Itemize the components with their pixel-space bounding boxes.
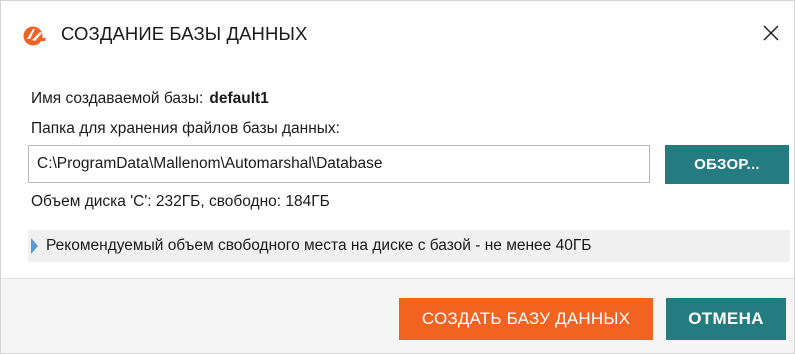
browse-button[interactable]: ОБЗОР...: [665, 145, 789, 184]
db-name-label: Имя создаваемой базы:: [31, 90, 204, 107]
dialog-title: СОЗДАНИЕ БАЗЫ ДАННЫХ: [61, 23, 308, 44]
create-database-dialog: СОЗДАНИЕ БАЗЫ ДАННЫХ Имя создаваемой баз…: [0, 0, 795, 354]
hint-marker-icon: [31, 238, 38, 254]
db-name-row: Имя создаваемой базы: default1: [31, 90, 269, 108]
cancel-button[interactable]: ОТМЕНА: [666, 298, 786, 340]
folder-path-input[interactable]: [28, 145, 650, 183]
folder-label: Папка для хранения файлов базы данных:: [31, 120, 340, 137]
db-name-value: default1: [209, 90, 269, 107]
hint-text: Рекомендуемый объем свободного места на …: [46, 237, 592, 254]
close-button[interactable]: [756, 20, 786, 50]
title-bar: СОЗДАНИЕ БАЗЫ ДАННЫХ: [1, 1, 794, 65]
create-database-button[interactable]: СОЗДАТЬ БАЗУ ДАННЫХ: [399, 298, 653, 340]
automarshal-logo-icon: [21, 25, 47, 47]
hint-banner: Рекомендуемый объем свободного места на …: [28, 230, 790, 262]
disk-info: Объем диска 'C': 232ГБ, свободно: 184ГБ: [31, 193, 330, 210]
close-icon: [762, 24, 780, 47]
